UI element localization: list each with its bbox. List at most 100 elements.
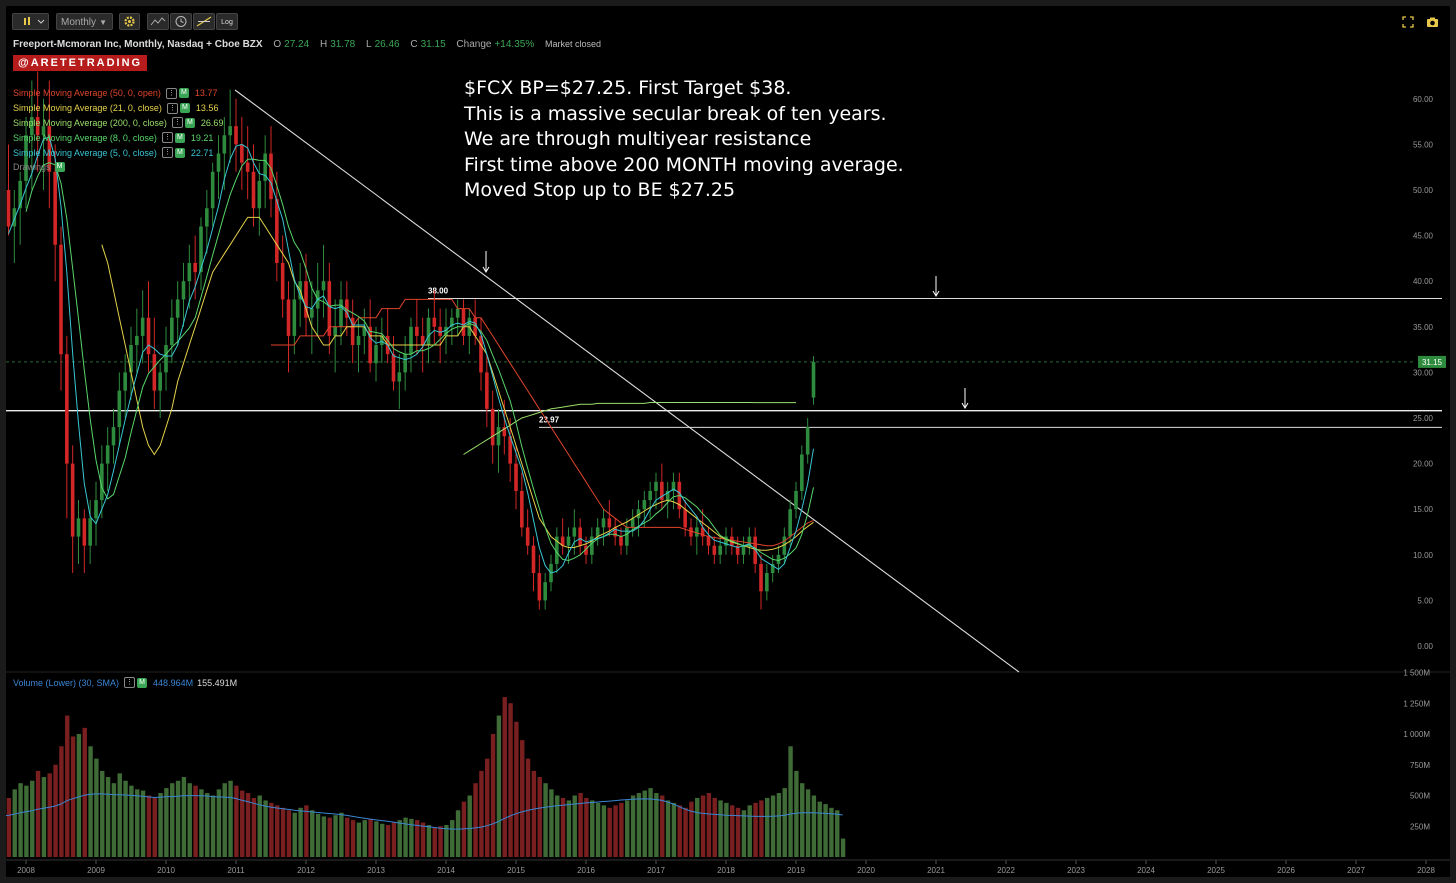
last-price-label: 31.15 [1422,358,1443,367]
volume-bar [829,807,834,857]
candle-body [794,490,798,510]
legend-row: Simple Moving Average (21, 0, close) ⋮ M 13… [13,101,223,116]
symbol-title: Freeport-Mcmoran Inc, Monthly, Nasdaq + … [13,39,263,50]
resistance-label: 38.00 [428,286,449,295]
low-value: 26.46 [374,39,400,50]
volume-bar [566,800,572,857]
candle-body [741,545,746,555]
info-icon[interactable]: ⋮ [171,117,183,129]
volume-axis-label: 1 250M [1403,699,1430,708]
volume-bar [665,800,671,857]
volume-bar [485,758,490,857]
volume-bar [385,825,391,857]
candle-body [170,317,174,346]
time-axis-label: 2027 [1347,866,1365,875]
volume-bar [671,802,677,857]
candle-body [339,299,343,327]
modify-icon[interactable]: M [178,88,189,99]
candle-body [123,372,127,391]
candle-body [158,372,162,391]
legend-label: Simple Moving Average (5, 0, close) [13,147,157,158]
legend-row: Simple Moving Average (200, 0, close) ⋮ M 2… [13,116,223,131]
volume-bar [677,805,682,857]
volume-bar [823,804,828,857]
volume-bar [117,773,122,857]
candle-body [210,171,215,209]
volume-bar [572,795,577,857]
annotation-text: $FCX BP=$27.25. First Target $38. This is… [464,76,904,204]
candle-body [479,335,483,373]
modify-icon[interactable]: M [184,117,195,128]
volume-bar [199,789,204,857]
modify-icon[interactable]: M [54,162,65,173]
legend-label: Drawings [13,162,51,173]
price-axis-label: 60.00 [1413,95,1434,104]
volume-bar [53,764,58,857]
volume-bar [613,805,618,857]
candle-body [455,308,460,318]
sma-8-line [25,158,814,562]
volume-bar [706,793,712,857]
volume-bar [595,802,601,857]
volume-bar [514,721,519,857]
volume-bar [222,783,227,857]
volume-bar [444,825,449,857]
modify-icon[interactable]: M [174,147,185,158]
candle-body [269,153,273,200]
volume-bar [549,789,554,857]
modify-icon[interactable]: M [174,132,185,143]
annotation-line: $FCX BP=$27.25. First Target $38. [464,77,792,99]
time-axis-label: 2011 [227,866,245,875]
volume-bar [718,800,723,857]
market-status: Market closed [545,39,602,49]
volume-bar [251,797,257,857]
volume-bar [362,820,367,857]
volume-bar [811,795,817,857]
candle-body [181,281,186,300]
open-label: O [273,39,282,50]
volume-bar [170,783,175,857]
volume-bar [350,820,356,857]
volume-bar [152,797,157,857]
volume-bar [630,795,636,857]
volume-bar [275,805,280,857]
candle-body [356,335,361,346]
candle-body [788,509,792,537]
volume-bar [6,797,12,857]
volume-bar [759,800,764,857]
modify-icon[interactable]: M [137,677,148,688]
candle-body [251,171,256,209]
volume-bar [374,821,379,857]
time-axis-label: 2015 [507,866,525,875]
volume-bar [695,797,700,857]
info-icon[interactable]: ⋮ [165,87,177,99]
volume-bar [805,789,811,857]
volume-bar [339,812,344,857]
sma-21-line [101,216,814,551]
time-axis-label: 2022 [997,866,1015,875]
change-label: Change [456,39,492,50]
candle-body [712,545,717,555]
volume-bar [47,773,52,857]
candle-body [117,390,122,428]
volume-bar [175,780,181,857]
open-value: 27.24 [284,39,310,50]
price-axis-label: 5.00 [1417,596,1433,605]
modify-icon[interactable]: M [179,103,190,114]
volume-bar [520,740,525,857]
info-icon[interactable]: ⋮ [166,102,178,114]
candle-body [310,308,314,318]
info-icon[interactable]: ⋮ [161,147,173,159]
time-axis-label: 2012 [297,866,315,875]
volume-bar [100,770,105,857]
volume-bar [648,788,653,857]
info-icon[interactable]: ⋮ [124,677,136,688]
candle-body [88,518,92,546]
volume-bar [88,746,93,857]
volume-bar [508,703,513,857]
info-icon[interactable]: ⋮ [161,132,173,144]
volume-bar [327,817,332,857]
volume-bar [450,820,455,857]
volume-bar [164,788,169,857]
volume-bar [216,789,222,857]
